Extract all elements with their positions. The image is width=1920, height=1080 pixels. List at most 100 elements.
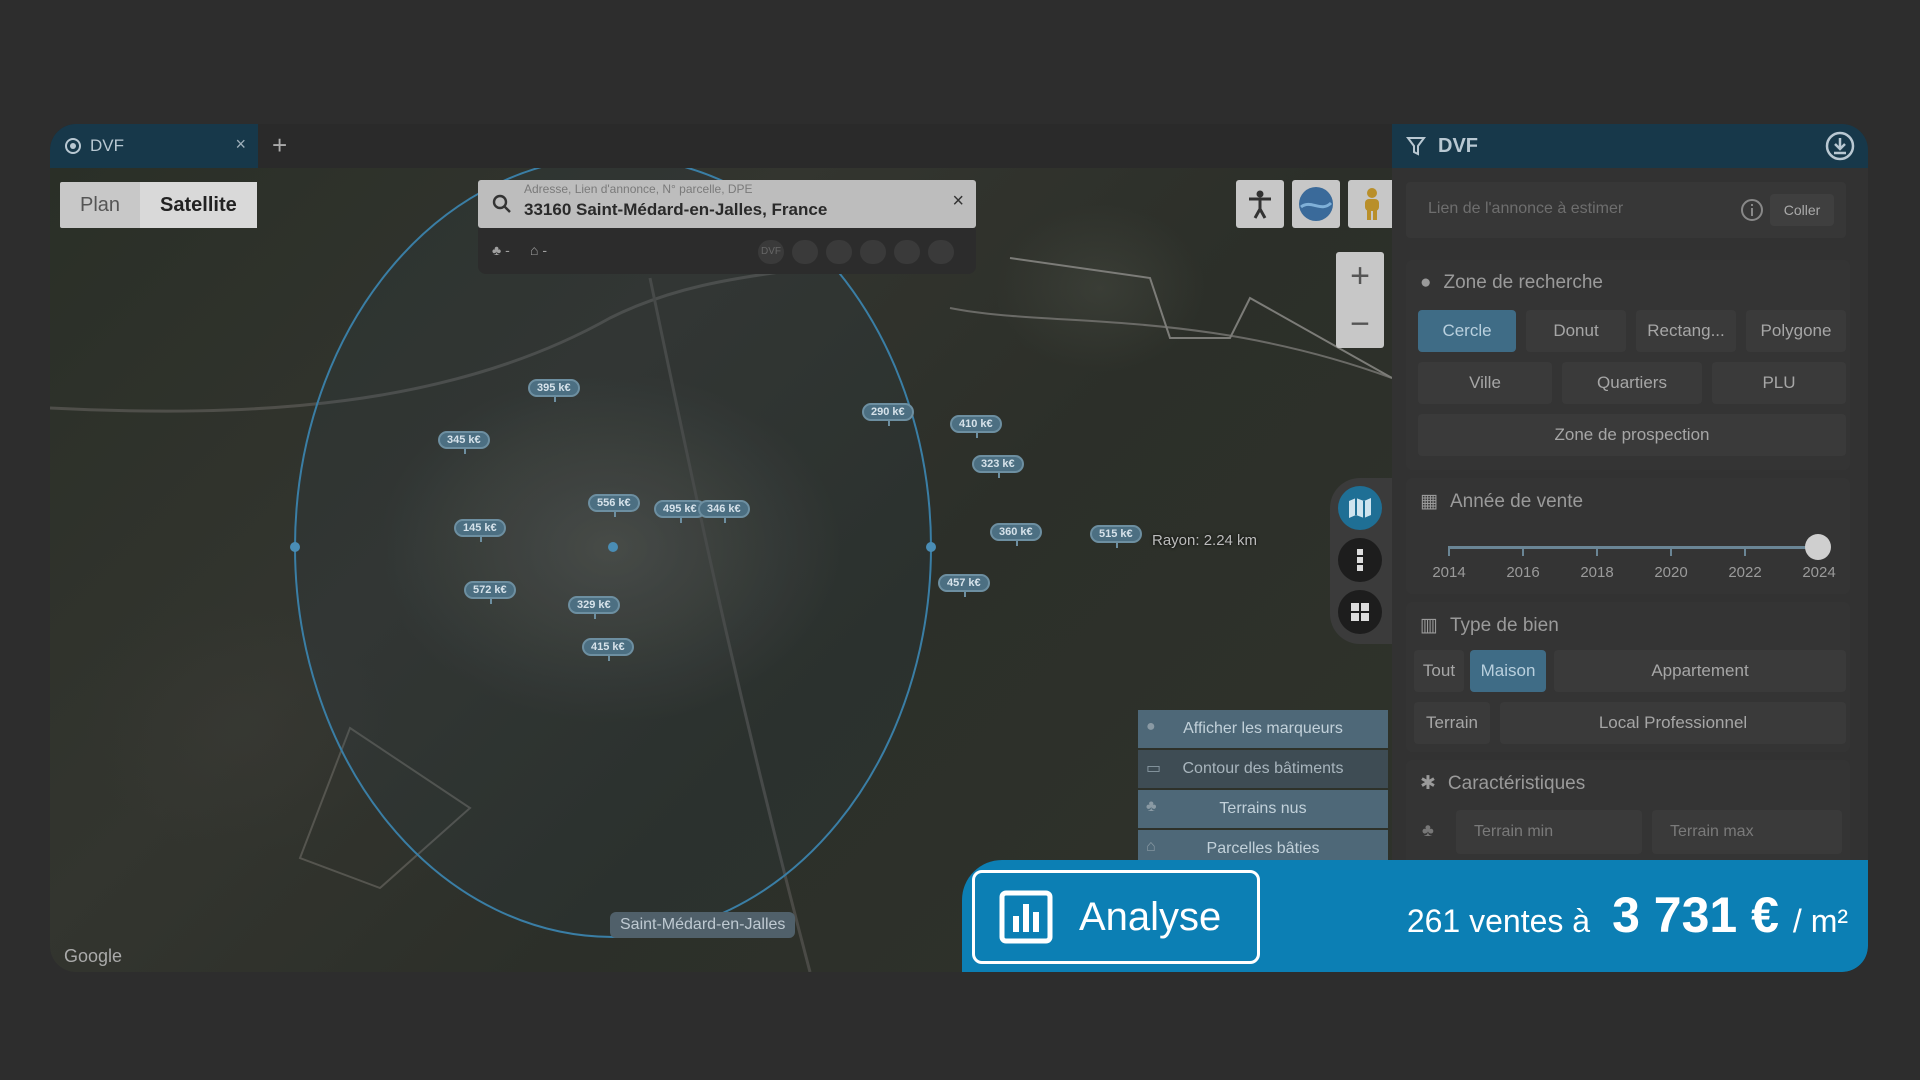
zone-quartiers[interactable]: Quartiers xyxy=(1562,362,1702,404)
property-type-title: ▥ Type de bien xyxy=(1420,614,1559,637)
tree-filter-value: - xyxy=(505,242,510,258)
price-marker[interactable]: 323 k€ xyxy=(972,455,1024,478)
price-marker[interactable]: 290 k€ xyxy=(862,403,914,426)
house-icon: ⌂ xyxy=(530,242,539,258)
terrain-max-input[interactable]: Terrain max xyxy=(1652,810,1842,854)
panel-header: DVF xyxy=(1392,124,1868,168)
property-type-section: ▥ Type de bien Tout Maison Appartement T… xyxy=(1406,602,1850,752)
price-marker[interactable]: 395 k€ xyxy=(528,379,580,402)
new-tab-button[interactable]: + xyxy=(272,130,287,161)
type-appartement[interactable]: Appartement xyxy=(1554,650,1846,692)
year-slider-handle[interactable] xyxy=(1805,534,1831,560)
listing-link-placeholder: Lien de l'annonce à estimer xyxy=(1428,200,1624,217)
zone-donut[interactable]: Donut xyxy=(1526,310,1626,352)
year-label: 2014 xyxy=(1432,564,1466,581)
characteristics-title: ✱ Caractéristiques xyxy=(1420,772,1585,795)
price-per-m2: 3 731 € xyxy=(1612,887,1779,943)
year-label: 2018 xyxy=(1580,564,1614,581)
accessibility-button[interactable] xyxy=(1236,180,1284,228)
type-tout[interactable]: Tout xyxy=(1414,650,1464,692)
price-marker[interactable]: 515 k€ xyxy=(1090,525,1142,548)
zone-cercle[interactable]: Cercle xyxy=(1418,310,1516,352)
map-type-plan[interactable]: Plan xyxy=(60,182,140,228)
show-markers-option[interactable]: ● Afficher les marqueurs xyxy=(1138,710,1388,748)
tab-close-button[interactable]: × xyxy=(235,134,246,155)
tree-icon: ♣ xyxy=(1422,820,1434,840)
year-label: 2016 xyxy=(1506,564,1540,581)
download-icon[interactable] xyxy=(1824,130,1856,162)
price-marker[interactable]: 345 k€ xyxy=(438,431,490,454)
sale-year-label: Année de vente xyxy=(1449,490,1584,512)
analyse-button[interactable]: Analyse xyxy=(972,870,1260,964)
terrain-min-input[interactable]: Terrain min xyxy=(1456,810,1642,854)
price-marker[interactable]: 329 k€ xyxy=(568,596,620,619)
type-maison[interactable]: Maison xyxy=(1470,650,1546,692)
price-marker[interactable]: 410 k€ xyxy=(950,415,1002,438)
search-icon xyxy=(492,194,511,213)
bar-chart-icon xyxy=(999,890,1053,944)
price-marker[interactable]: 457 k€ xyxy=(938,574,990,597)
year-tick xyxy=(1596,546,1598,556)
panel-title: DVF xyxy=(1438,134,1478,157)
street-view-button[interactable] xyxy=(1348,180,1392,228)
type-local-pro[interactable]: Local Professionnel xyxy=(1500,702,1846,744)
house-icon: ⌂ xyxy=(1146,838,1156,855)
map-view[interactable]: Plan Satellite Adresse, Lien d'annonce, … xyxy=(50,168,1392,972)
more-options-button[interactable] xyxy=(1338,538,1382,582)
map-type-toggle: Plan Satellite xyxy=(60,182,257,228)
map-type-satellite[interactable]: Satellite xyxy=(140,182,257,228)
radius-label: Rayon: 2.24 km xyxy=(1152,532,1258,549)
info-icon[interactable] xyxy=(1740,198,1764,222)
price-marker[interactable]: 360 k€ xyxy=(990,523,1042,546)
search-placeholder: Adresse, Lien d'annonce, N° parcelle, DP… xyxy=(524,182,753,196)
type-terrain[interactable]: Terrain xyxy=(1414,702,1490,744)
filter-icon xyxy=(1406,137,1426,156)
address-search[interactable]: Adresse, Lien d'annonce, N° parcelle, DP… xyxy=(478,180,976,228)
tree-filter[interactable]: ♣ - xyxy=(492,242,510,258)
price-marker[interactable]: 145 k€ xyxy=(454,519,506,542)
mail-source-icon[interactable] xyxy=(894,240,920,264)
tab-dvf[interactable]: DVF × xyxy=(50,124,258,168)
zone-rectangle[interactable]: Rectang... xyxy=(1636,310,1736,352)
price-marker[interactable]: 556 k€ xyxy=(588,494,640,517)
grid-view-button[interactable] xyxy=(1338,590,1382,634)
layer-toolbar xyxy=(1330,478,1392,644)
price-marker[interactable]: 346 k€ xyxy=(698,500,750,523)
paste-button[interactable]: Coller xyxy=(1770,194,1834,226)
characteristics-label: Caractéristiques xyxy=(1447,772,1586,794)
property-type-label: Type de bien xyxy=(1449,614,1559,636)
bare-land-label: Terrains nus xyxy=(1219,800,1307,817)
search-input[interactable]: 33160 Saint-Médard-en-Jalles, France xyxy=(524,200,827,220)
price-marker[interactable]: 572 k€ xyxy=(464,581,516,604)
zone-polygone[interactable]: Polygone xyxy=(1746,310,1846,352)
more-vertical-icon xyxy=(1357,549,1363,571)
sales-count: 261 ventes à xyxy=(1406,903,1591,939)
globe-3d-button[interactable] xyxy=(1292,180,1340,228)
building-outline-option[interactable]: ▭ Contour des bâtiments xyxy=(1138,750,1388,788)
pin-source-icon[interactable] xyxy=(792,240,818,264)
listing-link-field[interactable]: Lien de l'annonce à estimer Coller xyxy=(1406,182,1846,238)
zone-prospection[interactable]: Zone de prospection xyxy=(1418,414,1846,456)
chart-source-icon[interactable] xyxy=(826,240,852,264)
zoom-out-button[interactable]: − xyxy=(1336,300,1384,348)
zone-plu[interactable]: PLU xyxy=(1712,362,1846,404)
search-clear-button[interactable]: × xyxy=(952,190,964,213)
price-marker[interactable]: 415 k€ xyxy=(582,638,634,661)
globe-icon xyxy=(1299,187,1333,221)
price-unit: / m² xyxy=(1792,903,1848,939)
zoom-in-button[interactable]: + xyxy=(1336,252,1384,300)
map-layers-button[interactable] xyxy=(1338,486,1382,530)
search-source-icons: DVF xyxy=(758,240,954,264)
zone-ville[interactable]: Ville xyxy=(1418,362,1552,404)
search-zone-label: Zone de recherche xyxy=(1443,272,1603,293)
sale-year-title: ▦ Année de vente xyxy=(1420,490,1583,513)
bare-land-option[interactable]: ♣ Terrains nus xyxy=(1138,790,1388,828)
house-filter[interactable]: ⌂ - xyxy=(530,242,547,258)
chat-source-icon[interactable] xyxy=(860,240,886,264)
user-source-icon[interactable] xyxy=(928,240,954,264)
search-filters-bar: ♣ - ⌂ - DVF xyxy=(478,228,976,274)
show-markers-label: Afficher les marqueurs xyxy=(1183,720,1343,737)
app-window: DVF × + Plan Satellite Adresse, Lien d'a… xyxy=(50,124,1868,972)
year-slider-track[interactable] xyxy=(1448,546,1818,549)
dvf-source-icon[interactable]: DVF xyxy=(758,240,784,264)
